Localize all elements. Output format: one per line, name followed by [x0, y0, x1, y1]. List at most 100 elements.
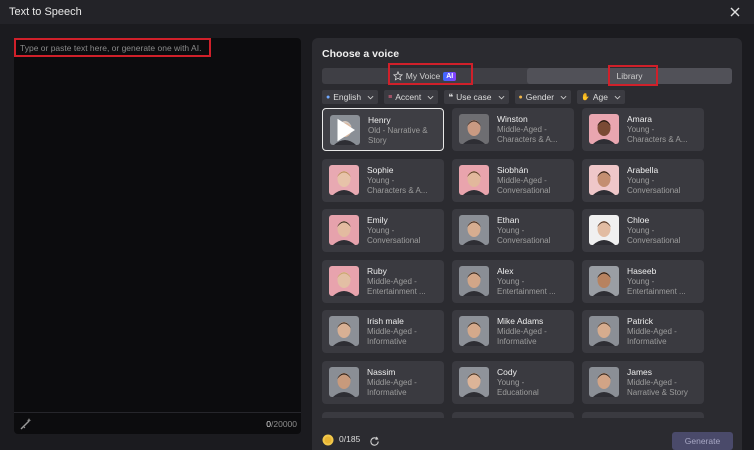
filter-language[interactable]: ● English: [322, 90, 379, 104]
avatar: [589, 164, 619, 195]
avatar: [589, 367, 619, 397]
voice-name: Siobhán: [497, 164, 529, 175]
filter-age[interactable]: ✋ Age: [577, 90, 625, 104]
voice-card[interactable]: Irish male Middle-Aged - Informative: [322, 310, 444, 354]
voice-card[interactable]: [452, 411, 574, 418]
voice-desc-line2: Entertainment ...: [497, 286, 556, 296]
voice-card[interactable]: Arabella Young - Conversational: [582, 158, 704, 202]
voice-name: Irish male: [367, 316, 404, 327]
voice-desc-line2: Conversational: [627, 236, 681, 246]
avatar: [329, 265, 359, 296]
voice-description: Old - Narrative & Story: [368, 126, 442, 146]
voice-desc-line2: Conversational: [497, 185, 551, 195]
voice-description: Young - Conversational: [367, 226, 441, 246]
text-input[interactable]: [14, 38, 211, 57]
voice-description: Young - Characters & A...: [627, 125, 701, 145]
voice-desc-line1: Middle-Aged -: [367, 327, 417, 337]
voice-description: Middle-Aged - Characters & A...: [497, 125, 571, 145]
voice-desc-line2: Characters & A...: [627, 135, 688, 144]
highlight-my-voice: [388, 63, 473, 85]
avatar: [459, 265, 489, 296]
title-bar: Text to Speech: [0, 0, 754, 24]
avatar: [459, 114, 489, 144]
voice-desc-line2: Informative: [627, 337, 667, 347]
window-title: Text to Speech: [9, 6, 82, 18]
voice-card[interactable]: Emily Young - Conversational: [322, 209, 444, 253]
voice-desc-line2: Entertainment ...: [627, 286, 686, 296]
voice-desc-line2: Entertainment ...: [367, 286, 426, 296]
voice-name: Haseeb: [627, 265, 657, 276]
char-max: /20000: [271, 419, 297, 429]
filter-language-label: English: [333, 92, 362, 102]
voice-desc-line2: Conversational: [627, 185, 681, 195]
voice-name: Arabella: [627, 164, 659, 175]
voice-name: Chloe: [627, 215, 650, 226]
voice-card[interactable]: Nassim Middle-Aged - Informative: [322, 361, 444, 404]
voice-name: Nassim: [367, 367, 396, 377]
voice-description: Middle-Aged - Conversational: [497, 176, 571, 196]
close-icon[interactable]: [728, 5, 742, 19]
voice-card[interactable]: Ruby Middle-Aged - Entertainment ...: [322, 259, 444, 303]
voice-card[interactable]: Mike Adams Middle-Aged - Informative: [452, 310, 574, 354]
voice-desc-line2: Characters & A...: [497, 135, 558, 144]
editor-footer: 0/20000: [14, 412, 301, 434]
voice-name: James: [627, 367, 653, 377]
voice-desc-line1: Middle-Aged -: [497, 327, 547, 337]
voice-name: Amara: [627, 114, 653, 124]
voice-card[interactable]: Chloe Young - Conversational: [582, 209, 704, 253]
avatar: [459, 215, 489, 246]
voice-description: Young - Educational: [497, 378, 571, 398]
voice-card[interactable]: Sophie Young - Characters & A...: [322, 158, 444, 202]
voice-card[interactable]: Amara Young - Characters & A...: [582, 108, 704, 151]
voice-name: Mike Adams: [497, 316, 544, 327]
gender-icon: ●: [518, 93, 523, 101]
voice-card[interactable]: Haseeb Young - Entertainment ...: [582, 259, 704, 303]
voice-card[interactable]: Alex Young - Entertainment ...: [452, 259, 574, 303]
highlight-library: [608, 65, 658, 86]
filter-use-case[interactable]: ❝ Use case: [444, 90, 509, 104]
avatar: [459, 316, 489, 347]
voice-card[interactable]: Siobhán Middle-Aged - Conversational: [452, 158, 574, 202]
voice-card[interactable]: Cody Young - Educational: [452, 361, 574, 404]
voice-desc-line2: Educational: [497, 388, 539, 397]
character-count: 0/20000: [266, 419, 297, 429]
avatar: [459, 367, 489, 397]
avatar: [330, 115, 360, 145]
voice-card[interactable]: Henry Old - Narrative & Story: [322, 108, 444, 151]
voice-card[interactable]: [582, 411, 704, 418]
voice-desc-line1: Middle-Aged -: [497, 175, 547, 185]
voice-description: Young - Conversational: [497, 226, 571, 246]
refresh-icon[interactable]: [369, 434, 380, 446]
voice-card[interactable]: [322, 411, 444, 418]
voice-card[interactable]: Winston Middle-Aged - Characters & A...: [452, 108, 574, 151]
voice-card[interactable]: Ethan Young - Conversational: [452, 209, 574, 253]
voice-desc-line2: Story: [368, 136, 387, 145]
voice-name: Ruby: [367, 265, 387, 276]
voice-desc-line1: Young -: [497, 226, 525, 236]
avatar: [329, 316, 359, 347]
avatar: [589, 316, 619, 347]
voice-description: Middle-Aged - Entertainment ...: [367, 277, 441, 297]
chevron-down-icon: [614, 95, 621, 99]
accent-icon: ≡: [388, 93, 393, 101]
filter-accent[interactable]: ≡ Accent: [384, 90, 439, 104]
play-icon[interactable]: [330, 115, 360, 145]
voice-desc-line2: Informative: [497, 337, 537, 347]
voice-name: Emily: [367, 215, 388, 226]
voice-description: Middle-Aged - Informative: [367, 378, 441, 398]
credits-count: 0/185: [339, 434, 361, 444]
voice-card[interactable]: James Middle-Aged - Narrative & Story: [582, 361, 704, 404]
voice-desc-line1: Young -: [497, 378, 525, 387]
generate-button[interactable]: Generate: [672, 432, 733, 450]
voice-name: Sophie: [367, 164, 394, 175]
voice-name: Winston: [497, 114, 528, 124]
voice-name: Cody: [497, 367, 517, 377]
voice-card[interactable]: Patrick Middle-Aged - Informative: [582, 310, 704, 354]
voice-description: Middle-Aged - Informative: [497, 327, 571, 347]
avatar: [329, 164, 359, 195]
filter-gender[interactable]: ● Gender: [514, 90, 572, 104]
magic-wand-icon[interactable]: [19, 417, 33, 431]
voice-description: Middle-Aged - Informative: [627, 327, 701, 347]
quote-icon: ❝: [448, 91, 454, 102]
voice-name: Patrick: [627, 316, 653, 327]
